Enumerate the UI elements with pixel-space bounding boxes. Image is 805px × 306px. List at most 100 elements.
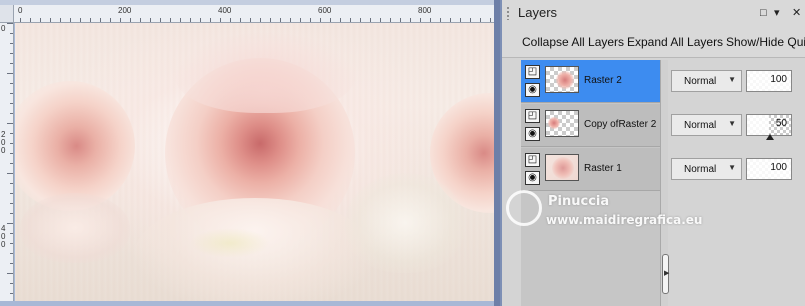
ruler-corner: [0, 5, 14, 23]
ruler-tick: [10, 83, 13, 84]
raster-layer-icon[interactable]: ◰: [525, 153, 540, 167]
ruler-tick: [10, 293, 13, 294]
ruler-tick: [10, 283, 13, 284]
opacity-value: 50: [775, 118, 787, 129]
chevron-down-icon: ▼: [728, 119, 736, 128]
ruler-tick: [200, 18, 201, 22]
close-icon[interactable]: ✕: [792, 6, 801, 20]
ruler-label: 800: [418, 6, 432, 15]
ruler-tick: [10, 203, 13, 204]
layer-row[interactable]: ◰ ◉ Copy ofRaster 2: [521, 104, 660, 147]
ruler-tick: [100, 18, 101, 22]
show-hide-quick-button[interactable]: Show/Hide Qui: [726, 35, 805, 49]
blend-mode-value: Normal: [684, 164, 717, 175]
layers-splitter[interactable]: ▶: [660, 60, 669, 306]
thumbnail-rose: [548, 117, 560, 129]
blend-mode-value: Normal: [684, 76, 717, 87]
layers-title-bar[interactable]: Layers □ ▾ ✕: [502, 0, 805, 26]
ruler-tick: [7, 223, 13, 224]
opacity-slider[interactable]: 100: [746, 158, 792, 180]
ruler-tick: [490, 18, 491, 22]
ruler-tick: [280, 18, 281, 22]
canvas-area[interactable]: 0 200 400 600 800 0 200 400: [0, 0, 500, 306]
splitter-handle[interactable]: ▶: [662, 254, 669, 294]
image-canvas[interactable]: [15, 23, 494, 301]
ruler-tick: [7, 273, 13, 274]
restore-icon[interactable]: □: [760, 6, 767, 20]
ruler-tick: [10, 183, 13, 184]
petal-right: [345, 173, 465, 273]
layer-icons: ◰ ◉: [523, 149, 543, 190]
ruler-label: 600: [318, 6, 332, 15]
ruler-tick: [160, 18, 161, 22]
ruler-tick: [290, 18, 291, 22]
ruler-tick: [10, 103, 13, 104]
ruler-tick: [130, 18, 131, 22]
layer-name: Copy ofRaster 2: [584, 119, 657, 130]
petal-left: [20, 193, 130, 263]
ruler-tick: [390, 18, 391, 22]
ruler-tick: [170, 18, 171, 22]
ruler-tick: [410, 18, 411, 22]
layer-name: Raster 1: [584, 163, 622, 174]
collapse-all-button[interactable]: Collapse All Layers: [522, 35, 624, 49]
ruler-tick: [470, 18, 471, 22]
ruler-label: 0: [1, 146, 6, 155]
eye-icon[interactable]: ◉: [525, 83, 540, 97]
eye-icon[interactable]: ◉: [525, 171, 540, 185]
ruler-tick: [7, 173, 13, 174]
ruler-tick: [10, 143, 13, 144]
thumbnail-rose: [552, 157, 574, 179]
chevron-right-icon: ▶: [664, 270, 670, 277]
expand-all-button[interactable]: Expand All Layers: [627, 35, 723, 49]
layers-panel: Layers □ ▾ ✕ Collapse All Layers Expand …: [500, 0, 805, 306]
ruler-tick: [30, 18, 31, 22]
petal-center-top: [175, 33, 355, 113]
ruler-tick: [10, 193, 13, 194]
ruler-tick: [10, 153, 13, 154]
raster-layer-icon[interactable]: ◰: [525, 65, 540, 79]
layer-name: Raster 2: [584, 75, 622, 86]
layer-thumbnail: [545, 110, 579, 137]
ruler-tick: [220, 18, 221, 22]
thumbnail-rose: [556, 71, 574, 89]
raster-layer-icon[interactable]: ◰: [525, 109, 540, 123]
opacity-marker-icon[interactable]: [766, 134, 774, 140]
layer-row[interactable]: ◰ ◉ Raster 1: [521, 148, 660, 191]
ruler-tick: [50, 18, 51, 22]
blend-mode-dropdown[interactable]: Normal ▼: [671, 158, 742, 180]
ruler-tick: [10, 133, 13, 134]
ruler-tick: [430, 18, 431, 22]
opacity-value: 100: [770, 162, 787, 173]
layers-toolbar: Collapse All Layers Expand All Layers Sh…: [502, 26, 805, 58]
ruler-tick: [440, 18, 441, 22]
layer-row[interactable]: ◰ ◉ Raster 2: [521, 60, 660, 103]
menu-caret-icon[interactable]: ▾: [774, 6, 780, 20]
ruler-tick: [90, 18, 91, 22]
ruler-label: 200: [118, 6, 132, 15]
ruler-tick: [240, 18, 241, 22]
eye-icon[interactable]: ◉: [525, 127, 540, 141]
ruler-tick: [110, 18, 111, 22]
ruler-tick: [20, 18, 21, 22]
ruler-tick: [480, 18, 481, 22]
layer-icons: ◰ ◉: [523, 61, 543, 102]
opacity-slider[interactable]: 50: [746, 114, 792, 140]
ruler-tick: [360, 18, 361, 22]
ruler-tick: [10, 43, 13, 44]
ruler-tick: [7, 123, 13, 124]
ruler-tick: [370, 18, 371, 22]
ruler-tick: [10, 93, 13, 94]
ruler-tick: [10, 163, 13, 164]
opacity-slider[interactable]: 100: [746, 70, 792, 92]
vertical-ruler: 0200400: [0, 23, 14, 301]
ruler-tick: [10, 233, 13, 234]
drag-grip-icon[interactable]: [506, 6, 510, 20]
horizontal-ruler: 0 200 400 600 800: [0, 5, 494, 23]
ruler-tick: [70, 18, 71, 22]
panel-title: Layers: [518, 5, 558, 20]
ruler-tick: [210, 18, 211, 22]
blend-mode-dropdown[interactable]: Normal ▼: [671, 114, 742, 136]
ruler-tick: [190, 18, 191, 22]
blend-mode-dropdown[interactable]: Normal ▼: [671, 70, 742, 92]
